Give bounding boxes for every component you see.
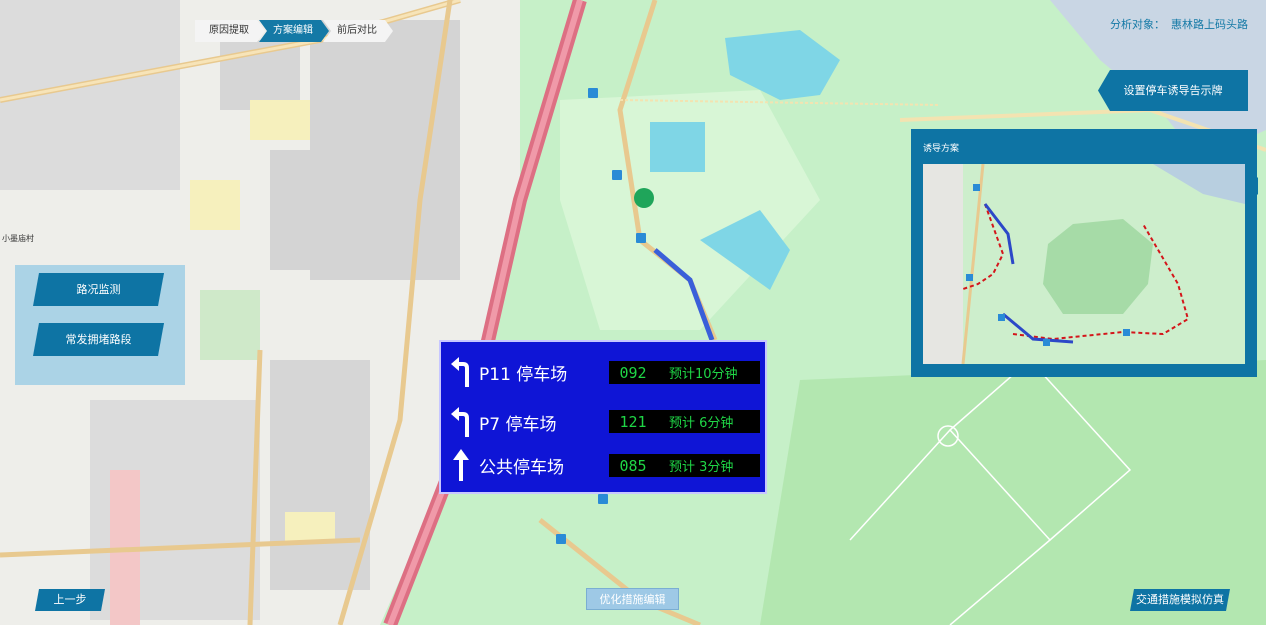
sign-row: 公共停车场 <box>449 448 564 482</box>
guidance-mini-map[interactable] <box>923 164 1245 364</box>
step-plan-edit[interactable]: 方案编辑 <box>259 20 329 42</box>
turn-left-arrow-icon <box>451 407 469 437</box>
sign-parking-name: 公共停车场 <box>479 457 564 478</box>
straight-arrow-icon <box>453 449 469 481</box>
sign-led-display: 121 预计 6分钟 <box>609 410 760 433</box>
step-before-after-compare[interactable]: 前后对比 <box>323 20 393 42</box>
step-breadcrumb: 原因提取 方案编辑 前后对比 <box>195 20 387 42</box>
panel-collapse-arrow-icon[interactable] <box>1249 177 1258 195</box>
sign-spaces-count: 121 <box>619 412 647 431</box>
sign-row: P7 停车场 <box>449 405 556 439</box>
sign-spaces-count: 085 <box>619 456 647 475</box>
turn-left-arrow-icon <box>451 357 469 387</box>
analysis-object-value: 惠林路上码头路 <box>1171 18 1248 31</box>
sign-led-display: 085 预计 3分钟 <box>609 454 760 477</box>
sign-led-display: 092 预计10分钟 <box>609 361 760 384</box>
sign-spaces-count: 092 <box>619 363 647 382</box>
guidance-plan-panel: 诱导方案 <box>911 129 1258 377</box>
sign-parking-name: P11 停车场 <box>479 364 568 385</box>
step-cause-extraction[interactable]: 原因提取 <box>195 20 265 42</box>
road-monitor-button[interactable]: 路况监测 <box>33 273 164 306</box>
sign-row: P11 停车场 <box>449 355 567 389</box>
optimize-measures-button[interactable]: 优化措施编辑 <box>586 588 679 610</box>
guidance-plan-title: 诱导方案 <box>923 144 960 154</box>
previous-step-button[interactable]: 上一步 <box>35 589 105 611</box>
sign-eta: 预计10分钟 <box>669 367 738 382</box>
sign-eta: 预计 6分钟 <box>669 416 734 431</box>
sign-parking-name: P7 停车场 <box>479 414 557 435</box>
analysis-object-title: 分析对象： 惠林路上码头路 <box>1104 16 1248 32</box>
map-label-village: 小墨庙村 <box>2 234 34 243</box>
sign-eta: 预计 3分钟 <box>669 460 734 475</box>
parking-guidance-sign: P11 停车场 092 预计10分钟 P7 停车场 121 预计 6分钟 公共停… <box>439 340 767 494</box>
analysis-object-prefix: 分析对象： <box>1110 18 1165 31</box>
congestion-road-button[interactable]: 常发拥堵路段 <box>33 323 164 356</box>
traffic-simulation-button[interactable]: 交通措施模拟仿真 <box>1130 589 1230 611</box>
set-parking-sign-button[interactable]: 设置停车诱导告示牌 <box>1098 70 1248 111</box>
